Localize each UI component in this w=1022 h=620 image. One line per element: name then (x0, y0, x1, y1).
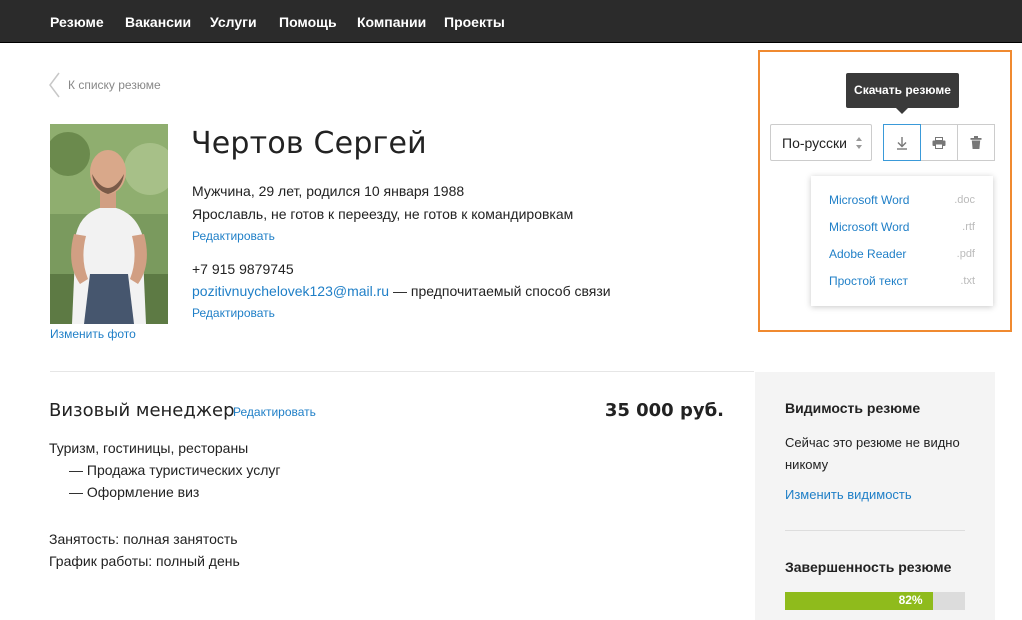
download-option-extension: .rtf (962, 221, 975, 233)
tooltip-arrow (896, 108, 908, 114)
top-navigation: Резюме Вакансии Услуги Помощь Компании П… (0, 0, 1022, 43)
nav-item-help[interactable]: Помощь (279, 0, 337, 42)
download-tooltip: Скачать резюме (846, 73, 959, 114)
resume-owner-name: Чертов Сергей (191, 126, 427, 161)
specialization-item: — Оформление виз (69, 484, 200, 500)
download-option-doc[interactable]: Microsoft Word .doc (829, 193, 975, 213)
download-button[interactable] (883, 124, 921, 161)
schedule-text: График работы: полный день (49, 553, 240, 569)
change-visibility-link[interactable]: Изменить видимость (785, 487, 912, 502)
visibility-title: Видимость резюме (785, 400, 921, 416)
download-option-label: Microsoft Word (829, 220, 910, 234)
delete-button[interactable] (957, 124, 995, 161)
download-option-label: Microsoft Word (829, 193, 910, 207)
language-select[interactable]: По-русски (770, 124, 872, 161)
language-select-value: По-русски (782, 134, 847, 151)
nav-item-companies[interactable]: Компании (357, 0, 426, 42)
specialization-item: — Продажа туристических услуг (69, 462, 281, 478)
nav-item-services[interactable]: Услуги (210, 0, 257, 42)
email-link[interactable]: pozitivnuychelovek123@mail.ru (192, 283, 389, 299)
completeness-percent-label: 82% (898, 593, 923, 607)
completeness-progress-bar: 82% (785, 592, 965, 610)
select-arrows-icon (856, 137, 862, 149)
back-link-label: К списку резюме (68, 78, 161, 92)
change-photo-link[interactable]: Изменить фото (50, 327, 136, 341)
demographics-text: Мужчина, 29 лет, родился 10 января 1988 (192, 183, 465, 199)
section-divider (50, 371, 754, 372)
completeness-title: Завершенность резюме (785, 559, 952, 575)
nav-item-vacancies[interactable]: Вакансии (125, 0, 191, 42)
employment-text: Занятость: полная занятость (49, 531, 238, 547)
download-option-pdf[interactable]: Adobe Reader .pdf (829, 247, 975, 267)
download-option-extension: .doc (954, 194, 975, 206)
nav-item-projects[interactable]: Проекты (444, 0, 505, 42)
tooltip-text: Скачать резюме (854, 83, 951, 97)
nav-item-resume[interactable]: Резюме (50, 0, 104, 42)
download-icon (897, 136, 907, 150)
back-to-resume-list-link[interactable]: К списку резюме (48, 72, 161, 98)
download-option-rtf[interactable]: Microsoft Word .rtf (829, 220, 975, 240)
position-title: Визовый менеджер (49, 400, 235, 421)
edit-personal-info-link[interactable]: Редактировать (192, 229, 275, 243)
resume-sidebar: Видимость резюме Сейчас это резюме не ви… (755, 372, 995, 620)
download-option-label: Adobe Reader (829, 247, 907, 261)
email-note: — предпочитаемый способ связи (389, 283, 611, 299)
location-text: Ярославль, не готов к переезду, не готов… (192, 206, 574, 222)
person-photo-image (50, 124, 168, 324)
phone-text: +7 915 9879745 (192, 261, 294, 277)
salary-value: 35 000 руб. (604, 400, 724, 421)
chevron-left-icon (49, 72, 60, 98)
trash-icon (970, 136, 982, 149)
industry-text: Туризм, гостиницы, рестораны (49, 440, 249, 456)
print-button[interactable] (920, 124, 958, 161)
download-option-extension: .txt (960, 275, 975, 287)
download-option-txt[interactable]: Простой текст .txt (829, 274, 975, 294)
download-format-menu: Microsoft Word .doc Microsoft Word .rtf … (811, 176, 993, 306)
download-option-label: Простой текст (829, 274, 908, 288)
print-icon (932, 136, 946, 149)
profile-photo (50, 124, 168, 324)
visibility-status-text: Сейчас это резюме не видно никому (785, 435, 960, 472)
edit-contacts-link[interactable]: Редактировать (192, 306, 275, 320)
completeness-progress-fill: 82% (785, 592, 933, 610)
download-option-extension: .pdf (956, 248, 975, 260)
sidebar-divider (785, 530, 965, 531)
email-line: pozitivnuychelovek123@mail.ru — предпочи… (192, 283, 611, 299)
edit-position-link[interactable]: Редактировать (233, 405, 316, 419)
